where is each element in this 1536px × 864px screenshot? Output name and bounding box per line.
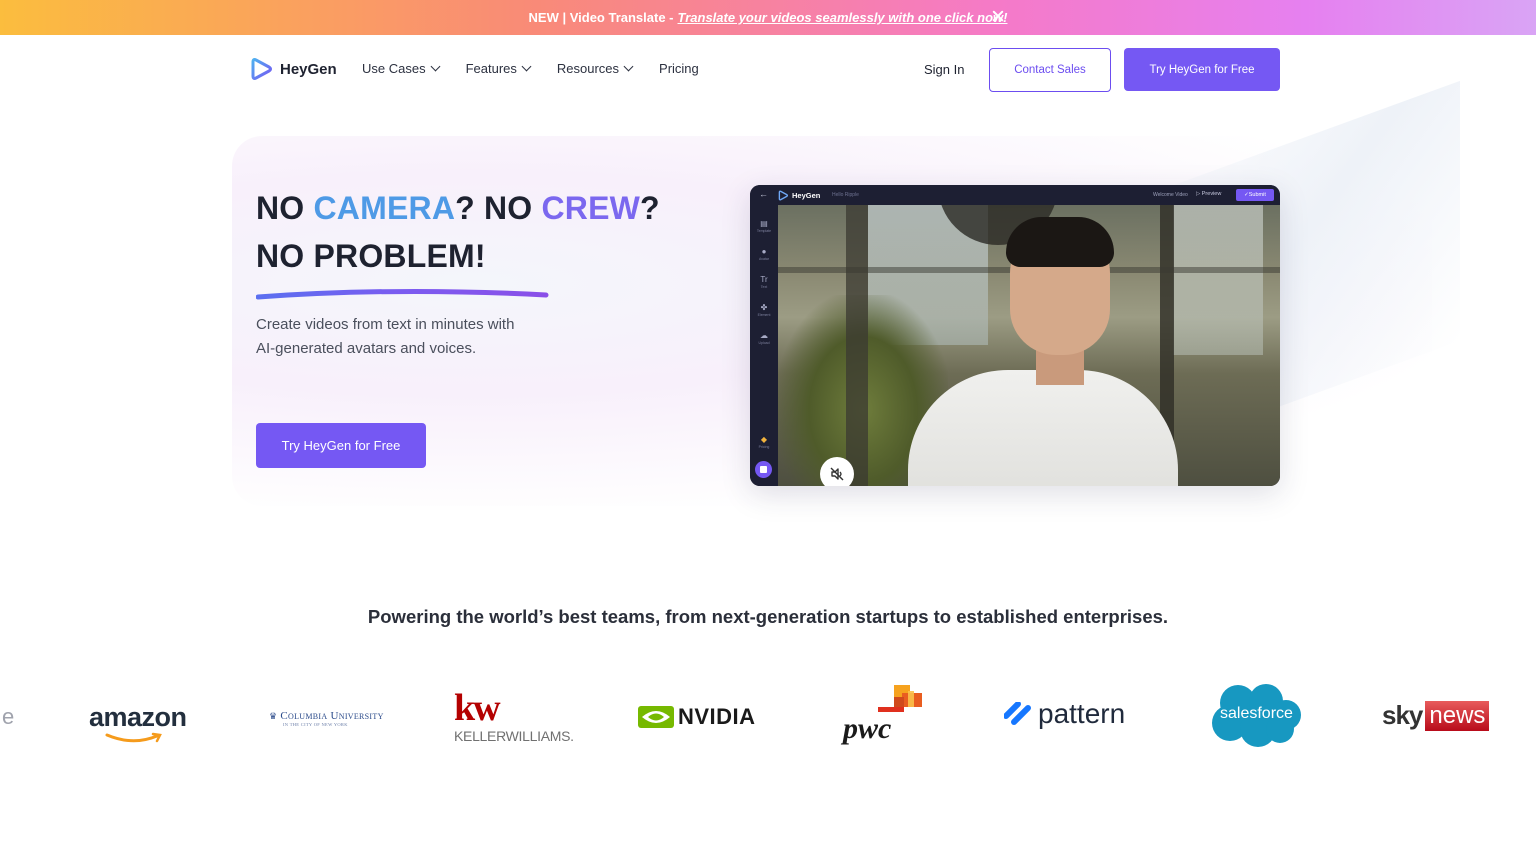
announcement-text: NEW | Video Translate - — [528, 10, 674, 25]
sidebar-text-icon: Tr Text — [754, 275, 774, 289]
news-wordmark: news — [1425, 700, 1490, 731]
columbia-subtitle: IN THE CITY OF NEW YORK — [283, 722, 348, 727]
customer-logos: e amazon ♛ Columbia University IN THE CIT… — [0, 680, 1536, 760]
columbia-wordmark: Columbia University — [280, 710, 384, 722]
menu-pricing[interactable]: Pricing — [659, 61, 699, 76]
scene-beam — [846, 205, 868, 486]
brand-logo[interactable]: HeyGen — [250, 57, 337, 81]
try-free-nav-button[interactable]: Try HeyGen for Free — [1124, 48, 1280, 91]
app-preview: ← HeyGen Hello Ripple Welcome Video ▷ Pr… — [750, 185, 1280, 486]
nvidia-eye-icon — [638, 706, 674, 728]
menu-use-cases[interactable]: Use Cases — [362, 61, 441, 76]
sidebar-pricing-icon: ◆ Pricing — [754, 435, 774, 449]
amazon-logo: amazon — [89, 702, 187, 743]
sidebar-template-icon: ▤ Template — [754, 219, 774, 233]
trust-heading: Powering the world’s best teams, from ne… — [367, 606, 1169, 627]
contact-sales-button[interactable]: Contact Sales — [989, 48, 1111, 92]
chevron-down-icon — [521, 61, 532, 72]
app-brand-name: HeyGen — [792, 191, 821, 200]
try-free-hero-button[interactable]: Try HeyGen for Free — [256, 423, 426, 468]
sidebar-label: Text — [760, 285, 768, 289]
amazon-smile-icon — [105, 732, 162, 743]
sidebar-account-icon — [755, 461, 772, 478]
app-preview-label: ▷ Preview — [1196, 191, 1222, 197]
app-sidebar: ▤ Template ● Avatar Tr Text ✤ Element ☁ Uploa… — [750, 205, 778, 486]
kellerwilliams-wordmark: KELLERWILLIAMS. — [454, 728, 574, 744]
sidebar-upload-icon: ☁ Upload — [754, 331, 774, 345]
main-menu: Use Cases Features Resources Pricing — [362, 61, 726, 76]
app-submit-button: ✓ Submit — [1236, 189, 1274, 201]
menu-label: Resources — [556, 61, 620, 76]
subtitle-line: Create videos from text in minutes with — [256, 316, 515, 333]
menu-resources[interactable]: Resources — [556, 61, 634, 76]
headline-text: ? — [640, 190, 660, 226]
menu-label: Pricing — [659, 61, 699, 76]
close-icon[interactable] — [991, 9, 1005, 23]
heygen-logo-icon — [778, 190, 789, 201]
kw-mark: kw — [454, 687, 501, 729]
columbia-logo: ♛ Columbia University IN THE CITY OF NEW … — [269, 710, 384, 727]
salesforce-wordmark: salesforce — [1220, 705, 1293, 722]
headline-crew: CREW — [541, 190, 641, 226]
sidebar-label: Upload — [758, 341, 770, 345]
preview-text: Preview — [1201, 191, 1222, 197]
sky-wordmark: sky — [1382, 700, 1423, 730]
salesforce-logo: salesforce — [1208, 683, 1302, 747]
sidebar-label: Avatar — [758, 257, 770, 261]
heygen-logo-icon — [251, 58, 272, 80]
app-project-name: Hello Ripple — [832, 192, 859, 198]
nvidia-logo: NVIDIA — [638, 704, 756, 730]
sidebar-label: Pricing — [758, 445, 770, 449]
sidebar-label: Template — [756, 229, 772, 233]
submit-text: Submit — [1248, 192, 1266, 198]
hero-headline-line2: NO PROBLEM! — [256, 238, 486, 274]
pattern-logo: pattern — [1004, 698, 1125, 730]
sidebar-avatar-icon: ● Avatar — [754, 247, 774, 261]
nvidia-wordmark: NVIDIA — [678, 704, 756, 729]
sign-in-link[interactable]: Sign In — [924, 62, 964, 77]
menu-label: Features — [465, 61, 517, 76]
pattern-wordmark: pattern — [1038, 698, 1126, 729]
menu-label: Use Cases — [362, 61, 426, 76]
chevron-down-icon — [430, 61, 441, 72]
subtitle-line: AI-generated avatars and voices. — [256, 340, 477, 357]
back-arrow-icon: ← — [759, 189, 768, 199]
app-doc-name: Welcome Video — [1153, 192, 1188, 198]
scene-window — [1173, 205, 1263, 355]
headline-underline — [256, 288, 549, 300]
skynews-logo: sky news — [1382, 700, 1490, 731]
headline-camera: CAMERA — [313, 190, 456, 226]
pattern-mark-icon — [1004, 702, 1031, 725]
volume-off-icon — [830, 467, 844, 481]
brand-name: HeyGen — [280, 60, 337, 78]
mute-toggle-icon[interactable] — [820, 457, 854, 486]
sidebar-element-icon: ✤ Element — [754, 303, 774, 317]
chevron-down-icon — [623, 61, 634, 72]
headline-text: NO — [256, 190, 314, 226]
top-nav: HeyGen Use Cases Features Resources Pric… — [0, 35, 1536, 105]
app-brand: HeyGen — [778, 190, 820, 201]
menu-features[interactable]: Features — [465, 61, 532, 76]
sidebar-label: Element — [757, 313, 771, 317]
crown-icon: ♛ — [269, 711, 278, 721]
pwc-wordmark: pwc — [843, 712, 892, 745]
hero-headline-line1: NO CAMERA? NO CREW? — [256, 190, 660, 227]
partial-logo: e — [2, 704, 15, 729]
pwc-blocks-icon — [878, 685, 922, 712]
headline-text: ? NO — [455, 190, 542, 226]
announcement-bar: NEW | Video Translate - Translate your v… — [0, 0, 1536, 35]
hero-subtitle: Create videos from text in minutes with … — [256, 313, 514, 361]
avatar-video-frame — [778, 205, 1280, 486]
announcement-link[interactable]: Translate your videos seamlessly with on… — [678, 10, 1008, 25]
app-topbar: ← HeyGen Hello Ripple Welcome Video ▷ Pr… — [750, 185, 1280, 205]
avatar-body — [908, 370, 1178, 486]
avatar-hair — [1006, 217, 1114, 267]
amazon-wordmark: amazon — [89, 702, 187, 732]
